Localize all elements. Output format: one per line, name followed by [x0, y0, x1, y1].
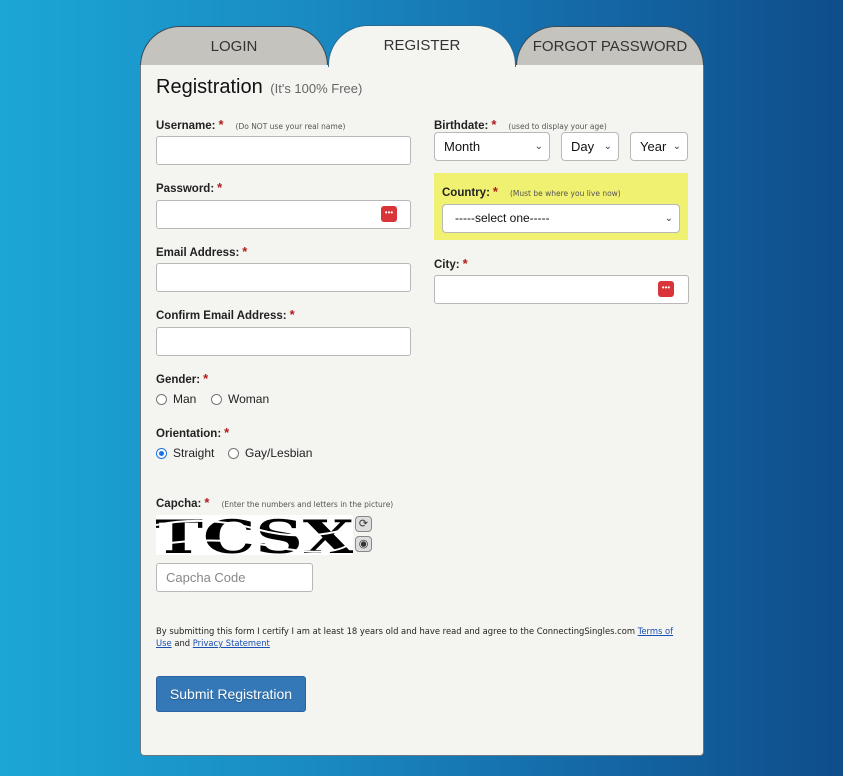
captcha-image: TCSX: [156, 515, 353, 555]
gender-option-woman[interactable]: Woman: [211, 392, 269, 406]
gender-label-text: Gender:: [156, 374, 201, 386]
required-mark: *: [217, 180, 223, 195]
captcha-label: Capcha: * (Enter the numbers and letters i…: [156, 495, 393, 510]
country-select[interactable]: -----select one----- ⌄: [442, 204, 680, 233]
confirm-email-input[interactable]: [156, 327, 411, 356]
select-value: Month: [444, 139, 481, 154]
birthdate-hint: (used to display your age): [508, 122, 607, 131]
legal-notice: By submitting this form I certify I am a…: [156, 625, 691, 649]
tab-login[interactable]: LOGIN: [140, 26, 328, 66]
birthdate-label: Birthdate: * (used to display your age): [434, 117, 607, 132]
password-manager-icon[interactable]: •••: [658, 281, 674, 297]
country-label-text: Country:: [442, 187, 490, 199]
radio-label: Man: [173, 392, 197, 406]
radio-label: Woman: [228, 392, 270, 406]
tab-forgot-password[interactable]: FORGOT PASSWORD: [516, 26, 704, 66]
password-manager-icon[interactable]: •••: [381, 206, 397, 222]
country-hint: (Must be where you live now): [509, 189, 621, 198]
submit-registration-button[interactable]: Submit Registration: [156, 676, 306, 712]
radio-man[interactable]: [156, 393, 167, 405]
radio-label: Straight: [173, 446, 215, 460]
captcha-graphic: TCSX: [156, 515, 353, 555]
email-label: Email Address: *: [156, 244, 247, 259]
gender-label: Gender: *: [156, 371, 208, 386]
required-mark: *: [242, 244, 248, 259]
gender-option-man[interactable]: Man: [156, 392, 196, 406]
username-hint: (Do NOT use your real name): [235, 122, 346, 131]
confirm-email-label: Confirm Email Address: *: [156, 307, 295, 322]
orientation-option-gay-lesbian[interactable]: Gay/Lesbian: [228, 446, 312, 460]
password-label-text: Password:: [156, 183, 215, 195]
select-value: Day: [571, 139, 595, 154]
city-input[interactable]: [434, 275, 689, 304]
country-label: Country: * (Must be where you live now): [442, 184, 621, 199]
chevron-down-icon: ⌄: [664, 213, 673, 224]
chevron-down-icon: ⌄: [672, 141, 681, 152]
required-mark: *: [491, 117, 497, 132]
captcha-label-text: Capcha:: [156, 498, 202, 510]
city-label-text: City:: [434, 259, 460, 271]
birth-day-select[interactable]: Day ⌄: [561, 132, 619, 161]
radio-gay-lesbian[interactable]: [228, 447, 239, 459]
birth-month-select[interactable]: Month ⌄: [434, 132, 550, 161]
required-mark: *: [289, 307, 295, 322]
required-mark: *: [492, 184, 498, 199]
required-mark: *: [462, 256, 468, 271]
username-label: Username: * (Do NOT use your real name): [156, 117, 345, 132]
title-text: Registration: [156, 76, 263, 98]
select-value: Year: [640, 139, 667, 154]
password-input[interactable]: [156, 200, 411, 229]
required-mark: *: [204, 495, 210, 510]
legal-text: By submitting this form I certify I am a…: [156, 626, 636, 636]
select-value: -----select one-----: [455, 211, 550, 225]
password-label: Password: *: [156, 180, 222, 195]
orientation-label-text: Orientation:: [156, 428, 222, 440]
registration-panel: Registration (It's 100% Free) Username: *…: [140, 65, 704, 756]
legal-and: and: [174, 638, 191, 648]
required-mark: *: [203, 371, 209, 386]
birthdate-label-text: Birthdate:: [434, 120, 489, 132]
city-label: City: *: [434, 256, 468, 271]
email-label-text: Email Address:: [156, 247, 240, 259]
refresh-icon[interactable]: ⟳: [355, 516, 372, 532]
orientation-label: Orientation: *: [156, 425, 229, 440]
required-mark: *: [218, 117, 224, 132]
privacy-statement-link[interactable]: Privacy Statement: [193, 638, 270, 648]
required-mark: *: [224, 425, 230, 440]
audio-icon[interactable]: ◉: [355, 536, 372, 552]
captcha-hint: (Enter the numbers and letters in the pi…: [221, 500, 394, 509]
page-title: Registration (It's 100% Free): [156, 76, 362, 99]
username-input[interactable]: [156, 136, 411, 165]
radio-label: Gay/Lesbian: [245, 446, 313, 460]
radio-straight[interactable]: [156, 447, 167, 459]
birth-year-select[interactable]: Year ⌄: [630, 132, 688, 161]
radio-woman[interactable]: [211, 393, 222, 405]
captcha-input[interactable]: [156, 563, 313, 592]
username-label-text: Username:: [156, 120, 216, 132]
title-subtitle: (It's 100% Free): [270, 81, 363, 96]
orientation-option-straight[interactable]: Straight: [156, 446, 214, 460]
tab-bar: LOGIN REGISTER FORGOT PASSWORD: [140, 25, 704, 67]
country-highlight-box: Country: * (Must be where you live now) --…: [434, 173, 688, 240]
email-input[interactable]: [156, 263, 411, 292]
chevron-down-icon: ⌄: [534, 141, 543, 152]
confirm-email-label-text: Confirm Email Address:: [156, 310, 287, 322]
tab-register[interactable]: REGISTER: [328, 25, 516, 67]
chevron-down-icon: ⌄: [603, 141, 612, 152]
